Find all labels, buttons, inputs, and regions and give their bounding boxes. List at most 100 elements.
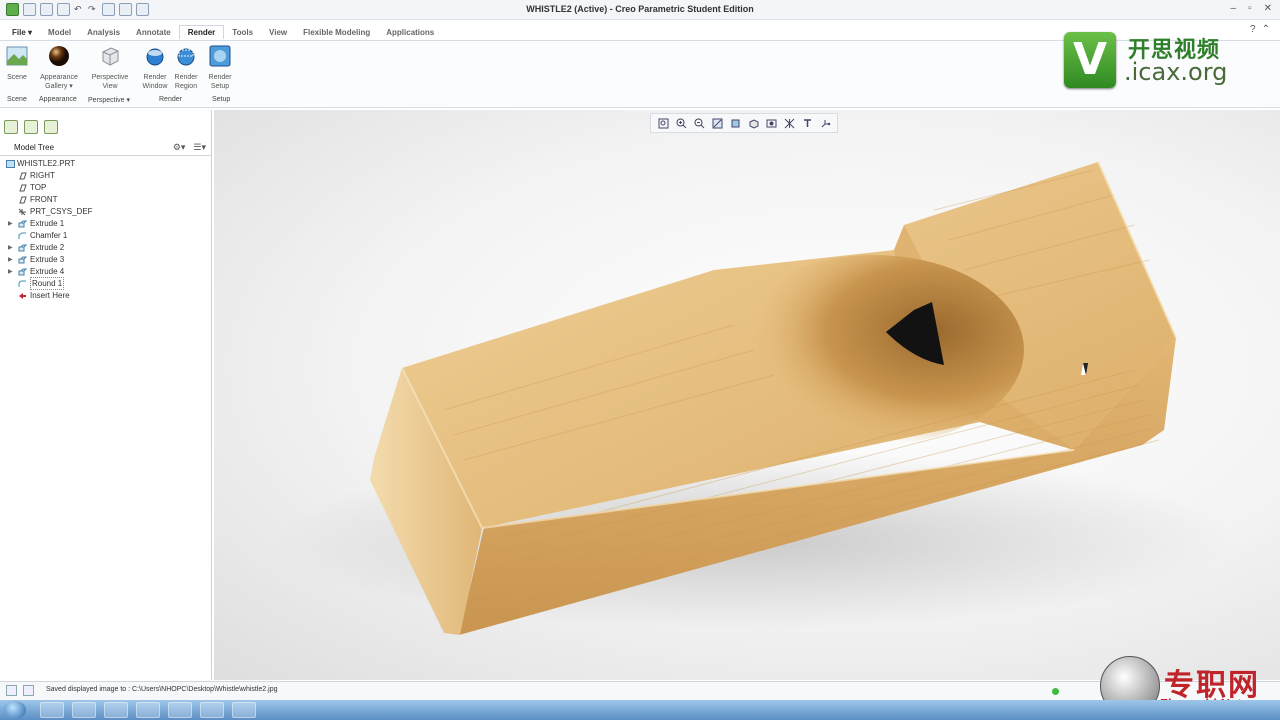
perspective-cube-icon: [102, 47, 119, 66]
tree-item-right[interactable]: RIGHT: [0, 170, 212, 182]
setup-label: Setup: [210, 83, 230, 90]
tab-applications[interactable]: Applications: [378, 26, 442, 39]
zoom-in-icon[interactable]: [673, 115, 689, 131]
minimize-icon[interactable]: –: [1231, 3, 1237, 14]
expand-arrow-icon[interactable]: ▶: [8, 266, 13, 278]
datum-plane-icon: [19, 172, 27, 180]
taskbar-browser-icon[interactable]: [136, 702, 160, 718]
close-icon[interactable]: ✕: [1264, 3, 1272, 14]
taskbar-app-icon[interactable]: [40, 702, 64, 718]
navigator-toggle-icon[interactable]: [6, 685, 17, 696]
render-label-3: Render: [208, 74, 232, 81]
refit-icon[interactable]: [655, 115, 671, 131]
render-region-icon: [177, 48, 195, 66]
tab-model[interactable]: Model: [40, 26, 79, 39]
part-icon: [6, 160, 15, 168]
model-tree-title: Model Tree: [14, 143, 55, 152]
tab-analysis[interactable]: Analysis: [79, 26, 128, 39]
tree-item-label: RIGHT: [30, 171, 55, 180]
tree-item-label: Extrude 2: [30, 243, 65, 252]
extrude-icon: [18, 220, 27, 228]
appearance-label: Appearance: [40, 74, 78, 81]
graphics-toolbar: [650, 113, 838, 133]
expand-arrow-icon[interactable]: ▶: [8, 242, 13, 254]
tree-item-label: Round 1: [30, 277, 65, 290]
start-button-icon[interactable]: [4, 701, 26, 719]
tree-root[interactable]: WHISTLE2.PRT: [0, 158, 212, 170]
group-scene: Scene: [7, 96, 27, 103]
annotation-display-icon[interactable]: [799, 115, 815, 131]
taskbar-creo-icon[interactable]: [168, 702, 192, 718]
tree-item-label: Insert Here: [30, 291, 70, 300]
favorites-tab-icon[interactable]: [44, 120, 58, 134]
tab-view[interactable]: View: [261, 26, 295, 39]
tree-item-label: FRONT: [30, 195, 58, 204]
browser-toggle-icon[interactable]: [23, 685, 34, 696]
saved-orientations-icon[interactable]: [745, 115, 761, 131]
ribbon-tabs: File ▾ Model Analysis Annotate Render To…: [0, 24, 442, 40]
tree-item-top[interactable]: TOP: [0, 182, 212, 194]
group-perspective[interactable]: Perspective ▾: [88, 96, 130, 104]
taskbar-folder-icon[interactable]: [200, 702, 224, 718]
datum-plane-icon: [19, 184, 27, 192]
scene-button[interactable]: Scene: [0, 45, 40, 82]
tree-item-extrude-3[interactable]: ▶ Extrude 3: [0, 254, 212, 266]
icax-logo: V 开思视频 .icax.org: [1064, 30, 1264, 92]
tree-item-label: PRT_CSYS_DEF: [30, 207, 93, 216]
tree-columns-icon[interactable]: ☰▾: [193, 142, 206, 153]
group-setup: Setup: [212, 96, 231, 103]
tree-item-label: Extrude 1: [30, 219, 65, 228]
logo-url: .icax.org: [1124, 58, 1228, 86]
spin-center-icon[interactable]: [817, 115, 833, 131]
taskbar-app-icon[interactable]: [232, 702, 256, 718]
scene-label: Scene: [7, 74, 27, 81]
folder-browser-tab-icon[interactable]: [24, 120, 38, 134]
group-appearance: Appearance: [39, 96, 77, 103]
scene-icon: [6, 46, 28, 66]
tree-item-label: Extrude 3: [30, 255, 65, 264]
whistle-scoop: [724, 255, 1024, 445]
zoom-out-icon[interactable]: [691, 115, 707, 131]
extrude-icon: [18, 268, 27, 276]
appearance-sphere-icon: [49, 46, 69, 66]
group-render: Render: [159, 96, 182, 103]
tree-item-label: Chamfer 1: [30, 231, 68, 240]
whistle-model[interactable]: [214, 110, 1280, 680]
tab-tools[interactable]: Tools: [224, 26, 261, 39]
tree-item-extrude-1[interactable]: ▶ Extrude 1: [0, 218, 212, 230]
tree-item-front[interactable]: FRONT: [0, 194, 212, 206]
model-tree: WHISTLE2.PRT RIGHT TOP FRONT PRT_CSYS_DE…: [0, 158, 212, 302]
maximize-icon[interactable]: ▫: [1248, 3, 1252, 14]
tab-annotate[interactable]: Annotate: [128, 26, 179, 39]
expand-arrow-icon[interactable]: ▶: [8, 218, 13, 230]
window-controls: – ▫ ✕: [1231, 3, 1273, 14]
tab-render[interactable]: Render: [178, 25, 225, 39]
tree-item-extrude-2[interactable]: ▶ Extrude 2: [0, 242, 212, 254]
status-bar: Saved displayed image to : C:\Users\NHOP…: [0, 681, 1280, 700]
tree-settings-icon[interactable]: ⚙▾: [173, 142, 186, 153]
appearance-gallery-button[interactable]: Appearance Gallery ▾: [36, 45, 82, 91]
chamfer-icon: [18, 232, 26, 239]
datum-display-icon[interactable]: [781, 115, 797, 131]
regen-status-icon: [1052, 688, 1059, 695]
tree-item-chamfer-1[interactable]: Chamfer 1: [0, 230, 212, 242]
graphics-window[interactable]: [214, 110, 1280, 680]
tab-file[interactable]: File ▾: [4, 26, 40, 39]
expand-arrow-icon[interactable]: ▶: [8, 254, 13, 266]
navigator-tabs: [4, 120, 58, 134]
tree-item-label: TOP: [30, 183, 47, 192]
repaint-icon[interactable]: [709, 115, 725, 131]
tree-item-csys[interactable]: PRT_CSYS_DEF: [0, 206, 212, 218]
render-setup-button[interactable]: Render Setup: [197, 45, 243, 91]
model-tree-tab-icon[interactable]: [4, 120, 18, 134]
display-style-icon[interactable]: [727, 115, 743, 131]
taskbar-app-icon[interactable]: [104, 702, 128, 718]
perspective-view-button[interactable]: Perspective View: [87, 45, 133, 91]
tree-item-insert-here[interactable]: Insert Here: [0, 290, 212, 302]
taskbar-app-icon[interactable]: [72, 702, 96, 718]
view-manager-icon[interactable]: [763, 115, 779, 131]
datum-plane-icon: [19, 196, 27, 204]
status-message: Saved displayed image to : C:\Users\NHOP…: [46, 686, 278, 693]
tree-item-round-1[interactable]: Round 1: [0, 277, 212, 290]
tab-flexible-modeling[interactable]: Flexible Modeling: [295, 26, 378, 39]
